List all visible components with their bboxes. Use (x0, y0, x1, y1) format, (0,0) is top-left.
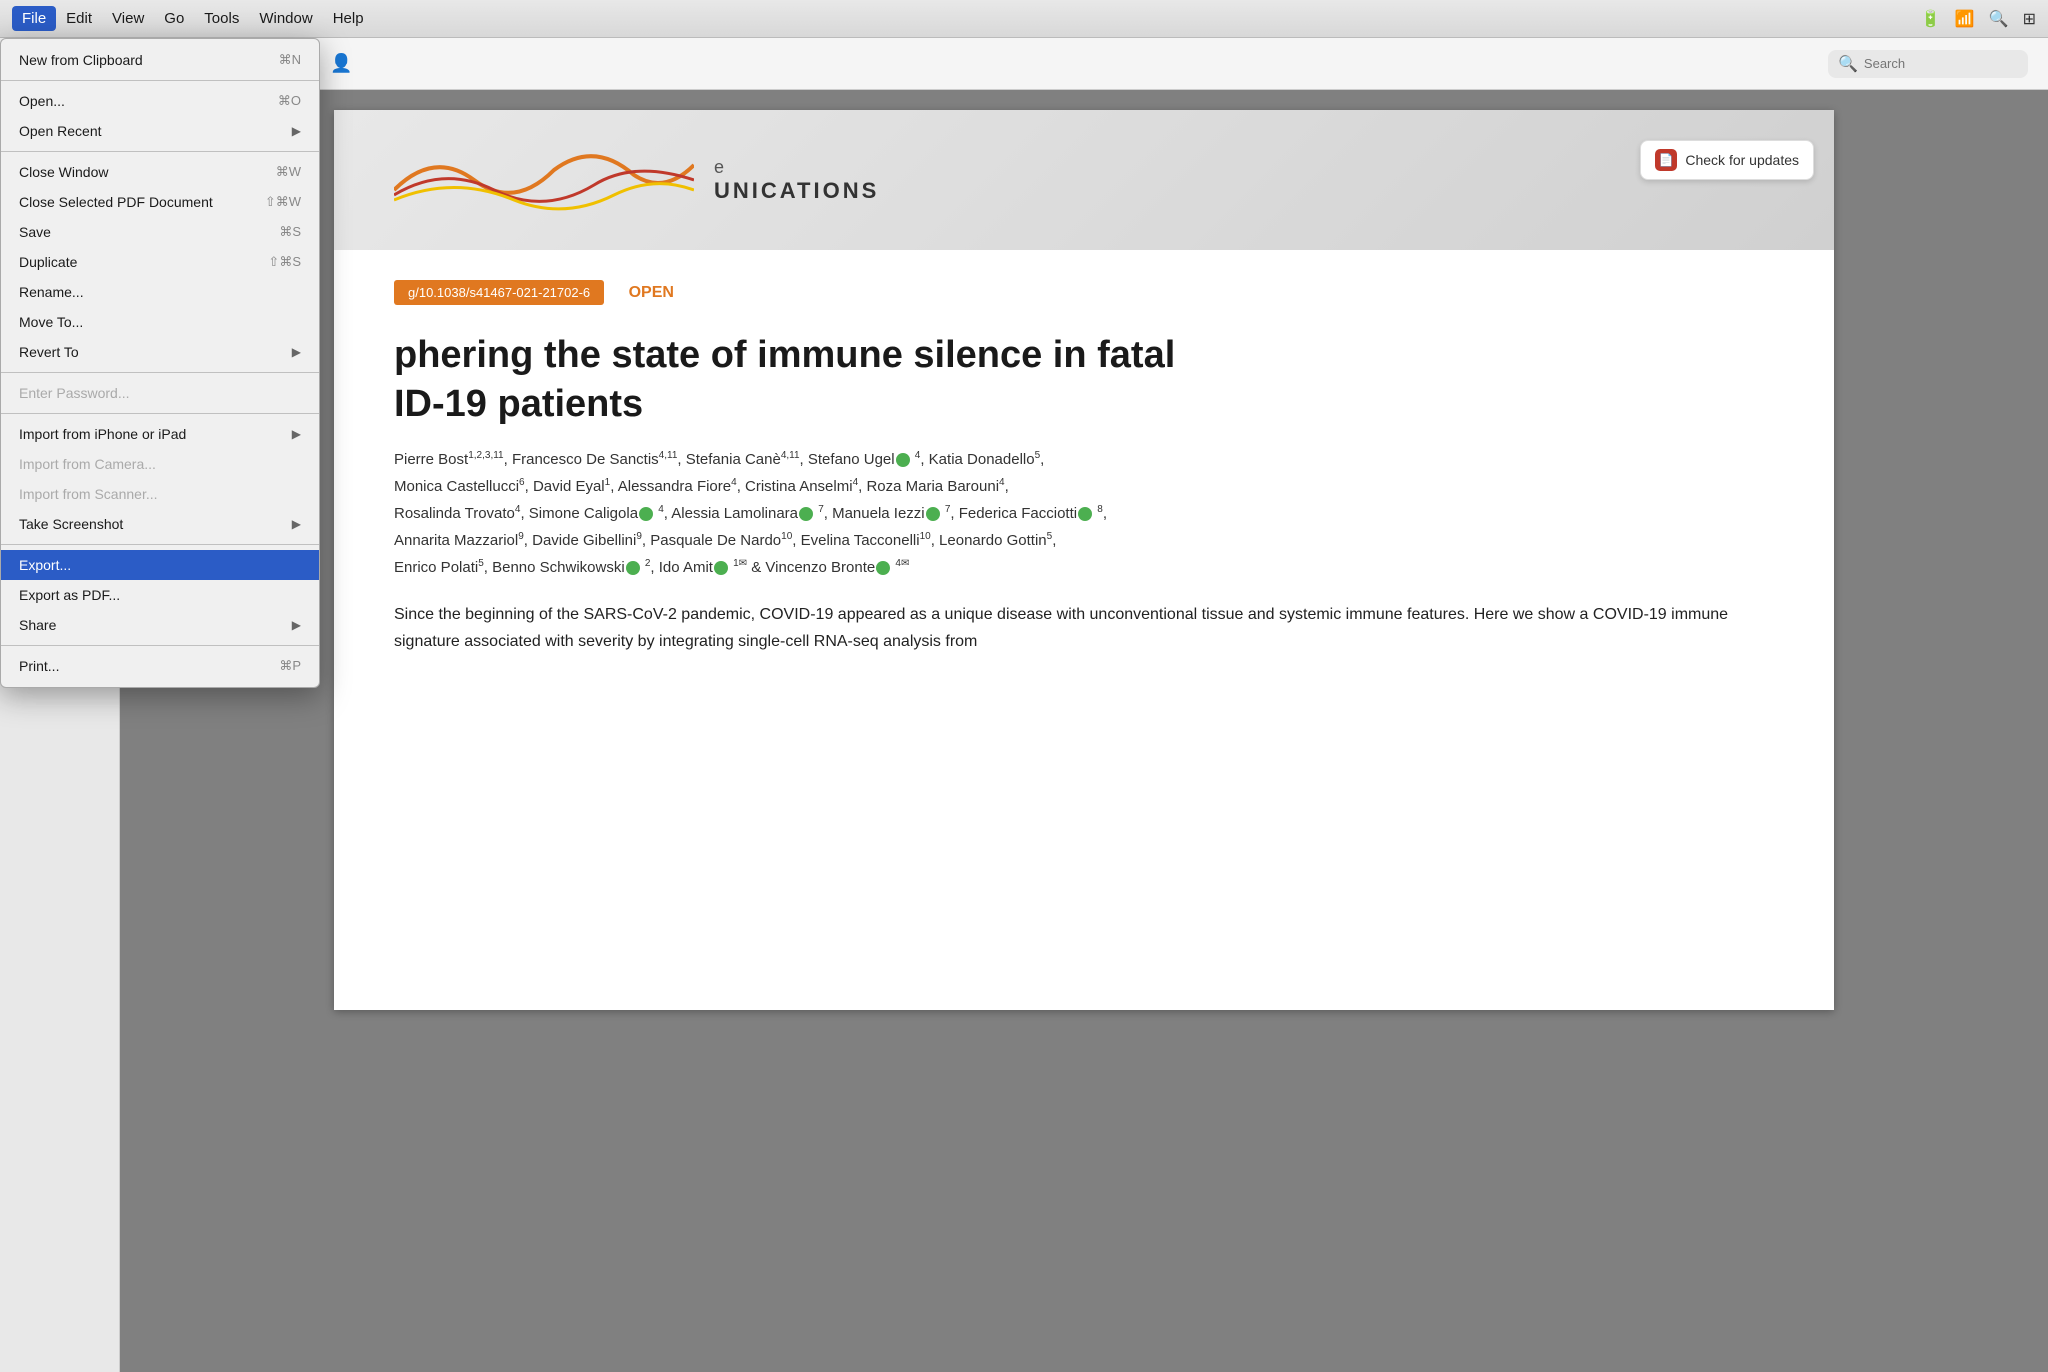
menu-separator-1 (1, 80, 319, 81)
check-updates-badge[interactable]: 📄 Check for updates (1640, 140, 1814, 180)
menu-item-duplicate[interactable]: Duplicate ⇧⌘S (1, 247, 319, 277)
take-screenshot-arrow: ▶ (292, 517, 301, 531)
search-input[interactable] (1864, 56, 2018, 71)
menu-separator-2 (1, 151, 319, 152)
menu-item-export[interactable]: Export... (1, 550, 319, 580)
menu-file[interactable]: File (12, 6, 56, 31)
pdf-view[interactable]: 📄 Check for updates e UNICATIONS g/10.1 (120, 90, 2048, 1372)
battery-icon: 🔋 (1921, 9, 1941, 29)
menu-separator-6 (1, 645, 319, 646)
contact-btn[interactable]: 👤 (325, 48, 357, 80)
menu-item-print[interactable]: Print... ⌘P (1, 651, 319, 681)
search-bar[interactable]: 🔍 (1828, 50, 2028, 78)
menu-item-export-pdf[interactable]: Export as PDF... (1, 580, 319, 610)
menubar-right-icons: 🔋 📶 🔍 ⊞ (1921, 9, 2036, 29)
article-badges: g/10.1038/s41467-021-21702-6 OPEN (394, 280, 1774, 315)
menu-help[interactable]: Help (323, 6, 374, 31)
wifi-icon: 📶 (1955, 9, 1975, 29)
menu-separator-4 (1, 413, 319, 414)
menu-go[interactable]: Go (154, 6, 194, 31)
menu-item-rename[interactable]: Rename... (1, 277, 319, 307)
authors-section: Pierre Bost1,2,3,11, Francesco De Sancti… (394, 446, 1774, 581)
menu-item-enter-password: Enter Password... (1, 378, 319, 408)
search-icon: 🔍 (1838, 54, 1858, 74)
menu-item-close-window[interactable]: Close Window ⌘W (1, 157, 319, 187)
menu-view[interactable]: View (102, 6, 154, 31)
menu-separator-3 (1, 372, 319, 373)
menubar: File Edit View Go Tools Window Help 🔋 📶 … (0, 0, 2048, 38)
menu-tools[interactable]: Tools (194, 6, 249, 31)
open-badge: OPEN (629, 284, 674, 302)
menu-item-revert-to[interactable]: Revert To ▶ (1, 337, 319, 367)
readdle-icon: 📄 (1655, 149, 1677, 171)
abstract-text: Since the beginning of the SARS-CoV-2 pa… (394, 601, 1774, 655)
revert-to-arrow: ▶ (292, 345, 301, 359)
control-center-icon[interactable]: ⊞ (2023, 9, 2036, 29)
menu-item-import-iphone[interactable]: Import from iPhone or iPad ▶ (1, 419, 319, 449)
share-arrow: ▶ (292, 618, 301, 632)
file-dropdown-menu: New from Clipboard ⌘N Open... ⌘O Open Re… (0, 38, 320, 688)
journal-name: e UNICATIONS (714, 157, 879, 204)
menu-item-new-clipboard[interactable]: New from Clipboard ⌘N (1, 45, 319, 75)
doi-badge: g/10.1038/s41467-021-21702-6 (394, 280, 604, 305)
menu-item-move-to[interactable]: Move To... (1, 307, 319, 337)
menu-item-open-recent[interactable]: Open Recent ▶ (1, 116, 319, 146)
article-title: phering the state of immune silence in f… (394, 331, 1774, 430)
menu-item-save[interactable]: Save ⌘S (1, 217, 319, 247)
menu-item-take-screenshot[interactable]: Take Screenshot ▶ (1, 509, 319, 539)
journal-header: e UNICATIONS (334, 110, 1834, 250)
menu-item-import-scanner: Import from Scanner... (1, 479, 319, 509)
import-iphone-arrow: ▶ (292, 427, 301, 441)
check-updates-label: Check for updates (1685, 152, 1799, 168)
menu-item-import-camera: Import from Camera... (1, 449, 319, 479)
pdf-page: 📄 Check for updates e UNICATIONS g/10.1 (334, 110, 1834, 1010)
menu-window[interactable]: Window (249, 6, 322, 31)
menu-item-close-pdf[interactable]: Close Selected PDF Document ⇧⌘W (1, 187, 319, 217)
search-icon[interactable]: 🔍 (1989, 9, 2009, 29)
menu-edit[interactable]: Edit (56, 6, 102, 31)
menu-item-share[interactable]: Share ▶ (1, 610, 319, 640)
menu-separator-5 (1, 544, 319, 545)
journal-logo (394, 140, 694, 220)
menu-item-open[interactable]: Open... ⌘O (1, 86, 319, 116)
open-recent-arrow: ▶ (292, 124, 301, 138)
